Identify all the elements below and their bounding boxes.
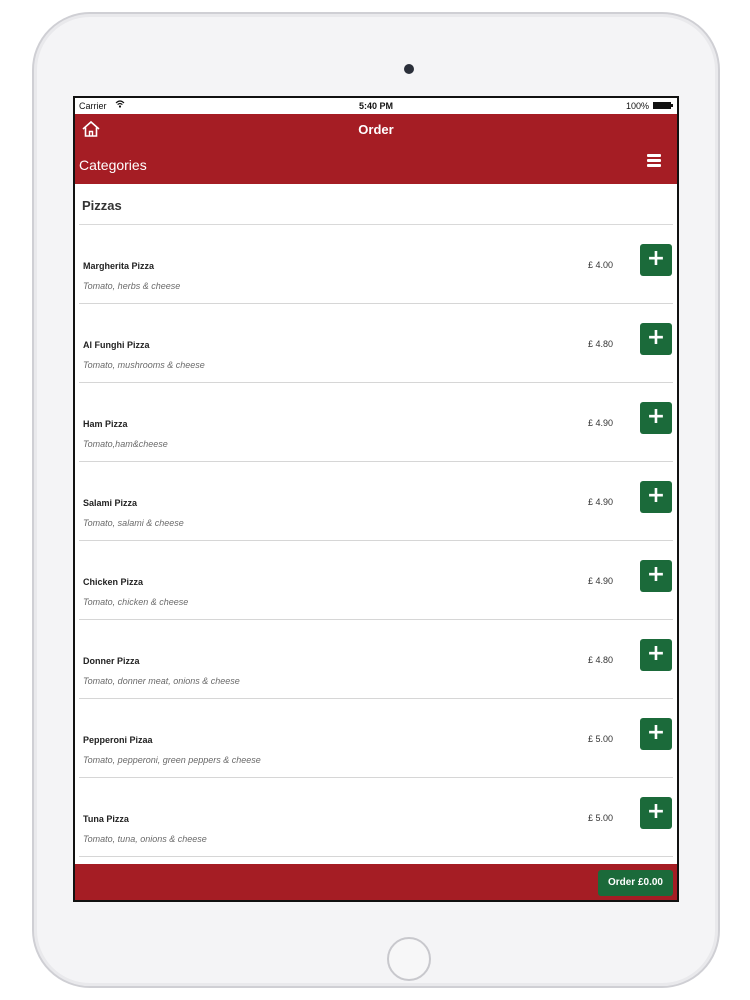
item-description: Tomato,ham&cheese (83, 439, 168, 449)
clock: 5:40 PM (358, 101, 393, 111)
battery-percent: 100% (625, 101, 649, 111)
item-price: £ 4.00 (587, 260, 613, 270)
menu-icon[interactable] (647, 154, 661, 167)
footer-bar: Order £0.00 (75, 864, 677, 900)
item-price: £ 4.90 (587, 497, 613, 507)
nav-bar: Order Categories (75, 114, 677, 184)
item-description: Tomato, tuna, onions & cheese (83, 834, 207, 844)
add-item-button[interactable]: + (640, 639, 672, 671)
item-name: Donner Pizza (83, 656, 140, 666)
battery-tip (671, 104, 673, 107)
item-description: Tomato, donner meat, onions & cheese (83, 676, 240, 686)
list-item: Pepperoni Pizaa Tomato, pepperoni, green… (79, 699, 673, 778)
list-item: Chicken Pizza Tomato, chicken & cheese £… (79, 541, 673, 620)
categories-link[interactable]: Categories (79, 157, 147, 173)
item-price: £ 4.90 (587, 576, 613, 586)
menu-list: Margherita Pizza Tomato, herbs & cheese … (75, 225, 677, 857)
item-description: Tomato, salami & cheese (83, 518, 184, 528)
ipad-home-button[interactable] (387, 937, 431, 981)
add-item-button[interactable]: + (640, 718, 672, 750)
item-description: Tomato, mushrooms & cheese (83, 360, 205, 370)
item-name: Pepperoni Pizaa (83, 735, 153, 745)
item-name: Ham Pizza (83, 419, 128, 429)
list-item: Salami Pizza Tomato, salami & cheese £ 4… (79, 462, 673, 541)
item-description: Tomato, pepperoni, green peppers & chees… (83, 755, 261, 765)
item-name: Salami Pizza (83, 498, 138, 508)
list-item: Donner Pizza Tomato, donner meat, onions… (79, 620, 673, 699)
add-item-button[interactable]: + (640, 481, 672, 513)
add-item-button[interactable]: + (640, 402, 672, 434)
item-name: Tuna Pizza (83, 814, 129, 824)
item-name: Al Funghi Pizza (83, 340, 150, 350)
item-name: Margherita Pizza (83, 261, 155, 271)
list-item: Ham Pizza Tomato,ham&cheese £ 4.90 + (79, 383, 673, 462)
item-price: £ 4.80 (587, 655, 613, 665)
item-price: £ 5.00 (587, 734, 613, 744)
item-name: Chicken Pizza (83, 577, 144, 587)
camera-dot (404, 64, 414, 74)
item-description: Tomato, chicken & cheese (83, 597, 189, 607)
list-item: Al Funghi Pizza Tomato, mushrooms & chee… (79, 304, 673, 383)
page-title: Order (358, 122, 394, 137)
status-bar: Carrier 5:40 PM 100% (75, 98, 677, 114)
add-item-button[interactable]: + (640, 323, 672, 355)
battery-icon (653, 102, 671, 109)
item-price: £ 4.80 (587, 339, 613, 349)
add-item-button[interactable]: + (640, 797, 672, 829)
item-price: £ 4.90 (587, 418, 613, 428)
app-screen: Carrier 5:40 PM 100% Order Categories Pi… (73, 96, 679, 902)
item-price: £ 5.00 (587, 813, 613, 823)
add-item-button[interactable]: + (640, 244, 672, 276)
list-item: Tuna Pizza Tomato, tuna, onions & cheese… (79, 778, 673, 857)
add-item-button[interactable]: + (640, 560, 672, 592)
section-title: Pizzas (82, 198, 122, 213)
item-description: Tomato, herbs & cheese (83, 281, 181, 291)
list-item: Margherita Pizza Tomato, herbs & cheese … (79, 225, 673, 304)
order-total-button[interactable]: Order £0.00 (597, 870, 673, 896)
